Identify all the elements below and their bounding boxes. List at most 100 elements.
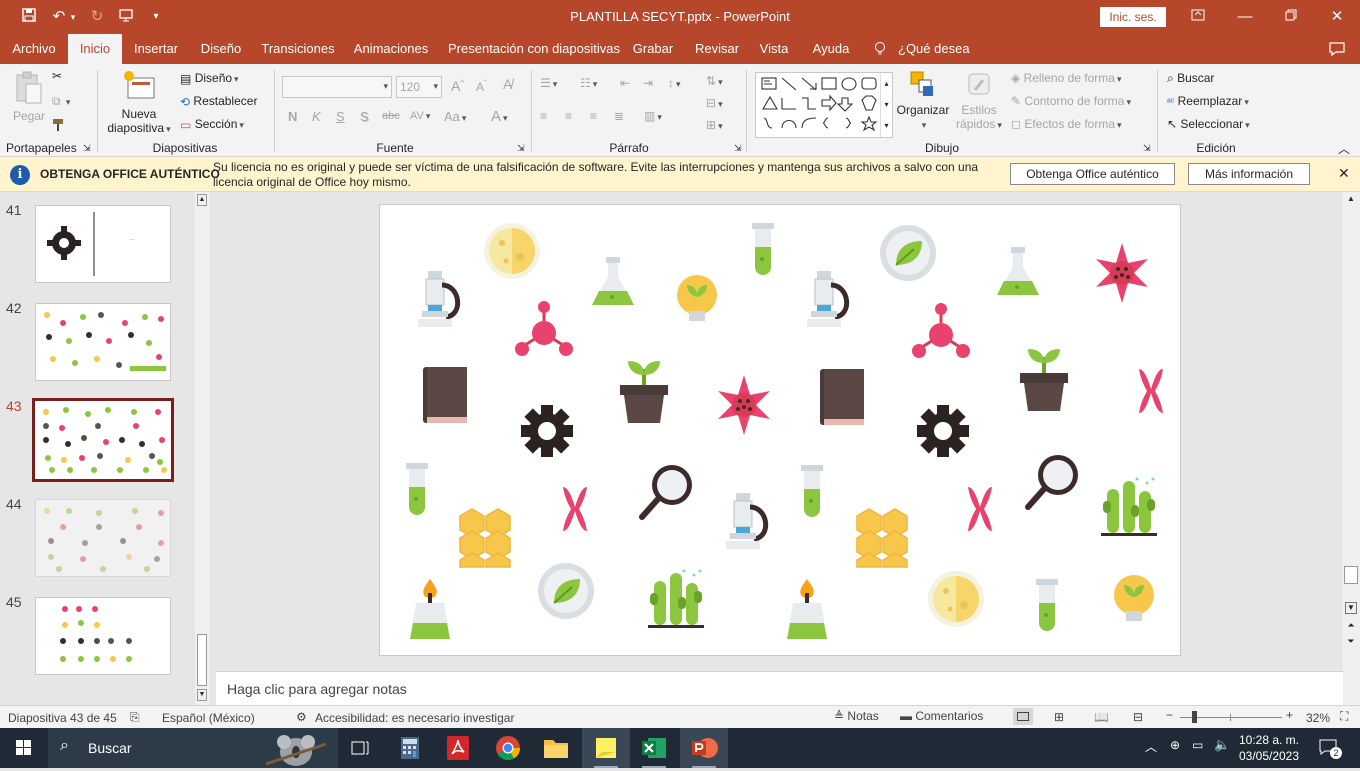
underline-button[interactable]: S (336, 109, 345, 124)
layout-button[interactable]: ▤ Diseño ▾ (180, 71, 239, 86)
align-text-icon[interactable]: ⊟ ▾ (706, 96, 723, 110)
collapse-ribbon-icon[interactable]: ︿ (1338, 140, 1350, 157)
change-case-button[interactable]: Aa ▾ (444, 109, 466, 124)
slide-thumbnail-45[interactable] (35, 597, 171, 675)
sticky-notes-icon[interactable] (582, 728, 630, 768)
font-size-dropdown[interactable]: 120 ▾ (396, 76, 442, 98)
align-left-icon[interactable]: ≡ (540, 109, 547, 123)
numbering-icon[interactable]: ☷ ▾ (580, 76, 597, 90)
slide-thumbnail-43[interactable] (32, 398, 174, 482)
section-button[interactable]: ▭ Sección ▾ (180, 117, 244, 132)
scroll-up-icon[interactable]: ▲ (1345, 194, 1357, 206)
show-hidden-icons[interactable]: ︿ (1145, 738, 1157, 755)
shape-effects-button[interactable]: ◻ Efectos de forma ▾ (1011, 117, 1122, 131)
start-button[interactable] (0, 728, 48, 768)
scroll-down-icon[interactable]: ▼ (197, 689, 207, 701)
font-family-dropdown[interactable]: ▾ (282, 76, 392, 98)
italic-button[interactable]: K (312, 109, 321, 124)
powerpoint-icon[interactable] (680, 728, 728, 768)
smartart-icon[interactable]: ⊞ ▾ (706, 118, 723, 132)
select-button[interactable]: ↖ Seleccionar ▾ (1167, 117, 1250, 131)
signin-button[interactable]: Inic. ses. (1100, 7, 1166, 27)
text-direction-icon[interactable]: ⇅ ▾ (706, 74, 723, 88)
more-info-button[interactable]: Más información (1188, 163, 1310, 185)
slide-canvas[interactable] (379, 204, 1181, 656)
new-slide-button[interactable]: Nueva diapositiva ▾ (106, 70, 172, 135)
align-right-icon[interactable]: ≡ (590, 109, 597, 123)
quick-styles-button[interactable]: Estilos rápidos ▾ (954, 70, 1004, 131)
scroll-down-icon[interactable]: ▼ (1345, 602, 1357, 614)
tab-revisar[interactable]: Revisar (690, 34, 744, 64)
tab-animaciones[interactable]: Animaciones (349, 34, 433, 64)
shrink-font-button[interactable]: Aˇ (476, 79, 487, 94)
zoom-in-icon[interactable]: + (1286, 708, 1293, 722)
next-slide-icon[interactable]: ⏷ (1345, 636, 1357, 647)
calculator-icon[interactable] (386, 728, 434, 768)
zoom-slider-thumb[interactable] (1192, 711, 1197, 723)
task-view-icon[interactable] (336, 728, 384, 768)
comments-button[interactable]: ▬ Comentarios (900, 709, 983, 723)
char-spacing-button[interactable]: AV ▾ (410, 110, 430, 122)
slide-thumbnail-42[interactable] (35, 303, 171, 381)
editor-scrollbar[interactable]: ▲ ▼ ⏶ ⏷ (1343, 192, 1360, 705)
accessibility-status[interactable]: Accesibilidad: es necesario investigar (315, 711, 514, 725)
bullets-icon[interactable]: ☰ ▾ (540, 76, 557, 90)
shapes-gallery[interactable]: ▴ ▾ ▾ (755, 72, 893, 138)
get-office-button[interactable]: Obtenga Office auténtico (1010, 163, 1175, 185)
tab-ayuda[interactable]: Ayuda (806, 34, 856, 64)
power-icon[interactable]: ▭ (1192, 738, 1203, 752)
undo-dropdown-icon[interactable]: ▾ (66, 7, 80, 27)
tell-me-box[interactable]: ¿Qué desea hacer? (898, 34, 1006, 86)
normal-view-icon[interactable] (1013, 708, 1033, 725)
slide-thumbnail-41[interactable]: ... (35, 205, 171, 283)
shapes-scroll[interactable]: ▴ ▾ ▾ (880, 73, 892, 137)
close-icon[interactable]: ✕ (1314, 0, 1360, 34)
acrobat-icon[interactable] (434, 728, 482, 768)
cut-icon[interactable]: ✂ (52, 69, 62, 83)
align-center-icon[interactable]: ≡ (565, 109, 572, 123)
arrange-button[interactable]: Organizar ▾ (896, 70, 950, 131)
file-explorer-icon[interactable] (532, 728, 580, 768)
replace-button[interactable]: ᵃᶜ Reemplazar ▾ (1167, 94, 1249, 108)
network-icon[interactable]: ⊕ (1170, 738, 1180, 752)
shape-fill-button[interactable]: ◈ Relleno de forma ▾ (1011, 71, 1122, 85)
grow-font-button[interactable]: A^ (451, 78, 464, 94)
fit-to-window-icon[interactable]: ⛶ (1340, 709, 1348, 724)
zoom-level[interactable]: 32% (1306, 711, 1330, 725)
tab-vista[interactable]: Vista (754, 34, 794, 64)
volume-icon[interactable]: 🔈 (1214, 737, 1230, 753)
reset-button[interactable]: ⟲ Restablecer (180, 94, 257, 109)
tab-archivo[interactable]: Archivo (4, 34, 64, 64)
font-color-button[interactable]: A ▾ (491, 108, 508, 125)
justify-icon[interactable]: ≣ (614, 109, 624, 123)
language-indicator[interactable]: Español (México) (162, 711, 255, 725)
line-spacing-icon[interactable]: ↕ ▾ (668, 76, 681, 90)
find-button[interactable]: ⌕ Buscar (1167, 71, 1214, 86)
tab-insertar[interactable]: Insertar (127, 34, 185, 64)
tab-transiciones[interactable]: Transiciones (258, 34, 338, 64)
columns-icon[interactable]: ▥ ▾ (644, 109, 662, 123)
slideshow-icon[interactable]: ⊟ (1133, 710, 1143, 724)
comments-icon[interactable] (1322, 34, 1352, 64)
slide-thumbnail-44[interactable] (35, 499, 171, 577)
excel-icon[interactable] (630, 728, 678, 768)
customize-toolbar-icon[interactable]: ▾ (145, 7, 167, 27)
notification-center-icon[interactable]: 2 (1318, 737, 1342, 759)
shadow-button[interactable]: S (360, 109, 369, 124)
scroll-up-icon[interactable]: ▲ (197, 194, 207, 206)
clear-format-icon[interactable]: A̸ (503, 76, 512, 92)
increase-indent-icon[interactable]: ⇥ (643, 76, 653, 90)
tab-inicio[interactable]: Inicio (68, 34, 122, 64)
redo-icon[interactable]: ↻ (86, 7, 108, 27)
drawing-launcher-icon[interactable]: ⇲ (1143, 143, 1151, 154)
tab-diseno[interactable]: Diseño (193, 34, 249, 64)
format-painter-icon[interactable] (52, 118, 68, 135)
save-icon[interactable] (18, 7, 40, 27)
scroll-thumb[interactable] (1344, 566, 1358, 584)
chrome-icon[interactable] (484, 728, 532, 768)
notes-pane[interactable]: Haga clic para agregar notas (216, 671, 1343, 705)
reading-view-icon[interactable]: 📖 (1094, 710, 1109, 724)
previous-slide-icon[interactable]: ⏶ (1345, 620, 1357, 631)
ribbon-display-icon[interactable] (1175, 0, 1221, 34)
tab-grabar[interactable]: Grabar (629, 34, 677, 64)
